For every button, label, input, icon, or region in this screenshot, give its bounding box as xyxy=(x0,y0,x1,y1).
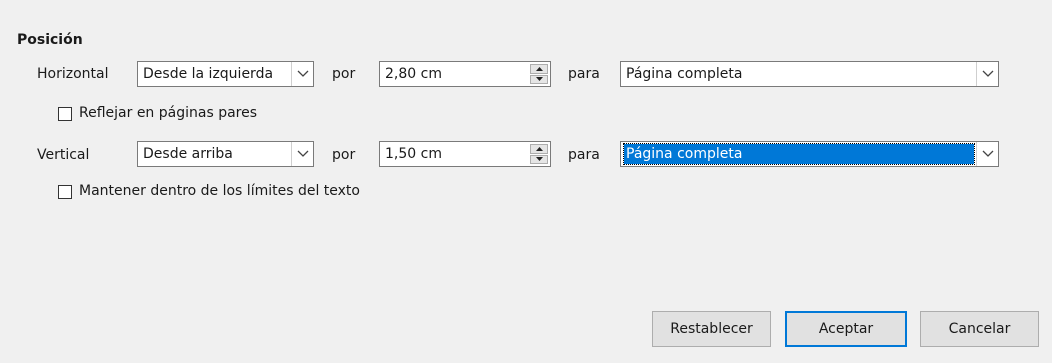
horizontal-position-value: Desde la izquierda xyxy=(143,66,274,82)
position-dialog: Posición Horizontal Desde la izquierda p… xyxy=(0,0,1052,363)
horizontal-to-value: Página completa xyxy=(626,66,743,82)
chevron-down-icon[interactable] xyxy=(291,62,313,86)
horizontal-to-combo[interactable]: Página completa xyxy=(620,61,999,87)
horizontal-position-combo[interactable]: Desde la izquierda xyxy=(137,61,314,87)
horizontal-to-label: para xyxy=(568,66,600,82)
horizontal-by-value: 2,80 cm xyxy=(385,66,442,82)
horizontal-by-label: por xyxy=(332,66,356,82)
spin-buttons xyxy=(530,64,548,84)
vertical-to-value: Página completa xyxy=(623,143,975,165)
chevron-down-icon[interactable] xyxy=(291,142,313,166)
mirror-label[interactable]: Reflejar en páginas pares xyxy=(79,105,257,121)
vertical-to-combo[interactable]: Página completa xyxy=(620,141,999,167)
triangle-down-icon[interactable] xyxy=(530,154,548,164)
ok-button[interactable]: Aceptar xyxy=(785,311,907,347)
spin-buttons xyxy=(530,144,548,164)
section-title: Posición xyxy=(17,32,83,48)
triangle-up-icon[interactable] xyxy=(530,64,548,74)
keep-inside-checkbox[interactable] xyxy=(58,185,72,199)
keep-inside-label[interactable]: Mantener dentro de los límites del texto xyxy=(79,183,360,199)
vertical-by-value: 1,50 cm xyxy=(385,146,442,162)
chevron-down-icon[interactable] xyxy=(976,62,998,86)
triangle-down-icon[interactable] xyxy=(530,74,548,84)
horizontal-label: Horizontal xyxy=(37,66,109,82)
vertical-label: Vertical xyxy=(37,147,90,163)
mirror-checkbox[interactable] xyxy=(58,107,72,121)
vertical-by-spinbox[interactable]: 1,50 cm xyxy=(379,141,551,167)
reset-button[interactable]: Restablecer xyxy=(652,311,771,347)
chevron-down-icon[interactable] xyxy=(976,142,998,166)
vertical-position-value: Desde arriba xyxy=(143,146,233,162)
vertical-to-label: para xyxy=(568,147,600,163)
horizontal-by-spinbox[interactable]: 2,80 cm xyxy=(379,61,551,87)
triangle-up-icon[interactable] xyxy=(530,144,548,154)
vertical-by-label: por xyxy=(332,147,356,163)
cancel-button[interactable]: Cancelar xyxy=(920,311,1039,347)
vertical-position-combo[interactable]: Desde arriba xyxy=(137,141,314,167)
